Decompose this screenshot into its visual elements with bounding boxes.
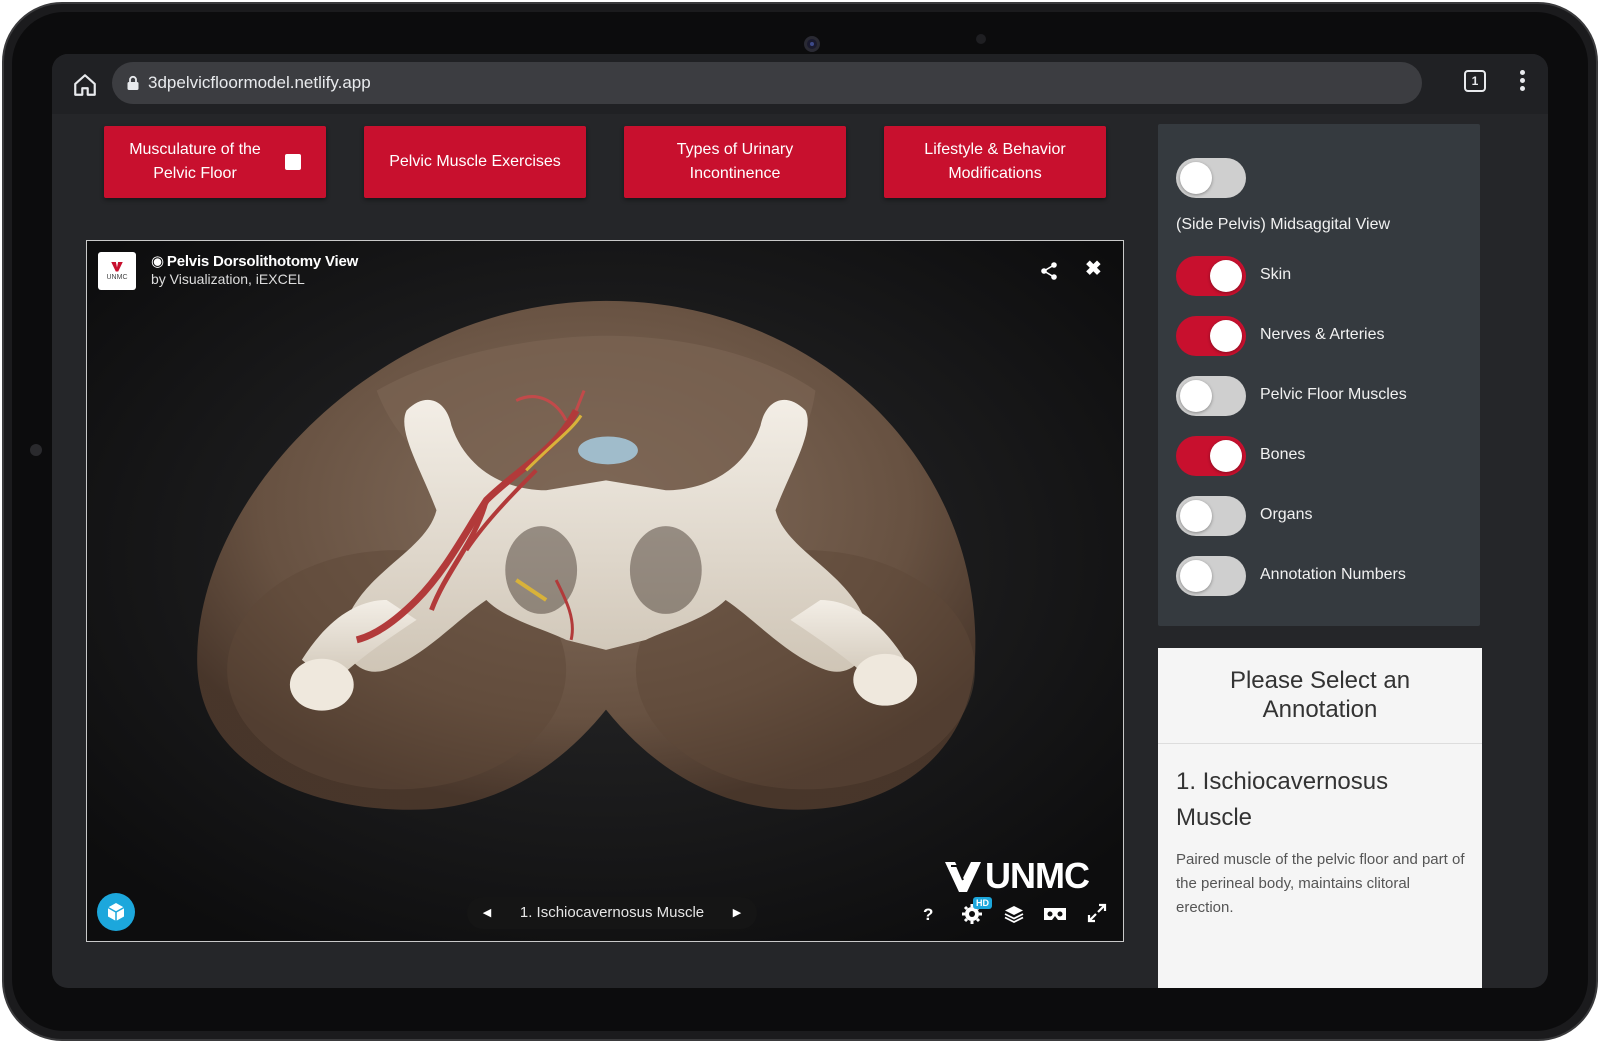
nav-incontinence-line2: Incontinence — [689, 165, 781, 182]
unmc-watermark[interactable]: UNMC — [943, 855, 1090, 897]
organs-toggle[interactable] — [1176, 496, 1246, 536]
light-sensor — [976, 34, 986, 44]
close-icon[interactable]: ✖ — [1085, 259, 1105, 279]
nav-incontinence-line1: Types of Urinary — [676, 141, 794, 158]
annotation-numbers-toggle[interactable] — [1176, 556, 1246, 596]
sketchfab-icon[interactable] — [97, 893, 135, 931]
home-icon — [74, 74, 96, 96]
unmc-n-icon — [945, 862, 981, 892]
model-byline[interactable]: by Visualization, iEXCEL — [151, 271, 305, 287]
annotation-heading-line2: Annotation — [1262, 696, 1378, 723]
bones-toggle-label: Bones — [1260, 446, 1306, 463]
fullscreen-icon[interactable] — [1087, 903, 1107, 923]
nav-musculature-line2: Pelvic Floor — [153, 165, 237, 182]
model-title-text: Pelvis Dorsolithotomy View — [166, 253, 359, 270]
organs-toggle-label: Organs — [1260, 506, 1313, 523]
hd-badge: HD — [973, 897, 992, 909]
annotation-panel-heading: Please Select an Annotation — [1158, 648, 1482, 744]
nav-lifestyle-line1: Lifestyle & Behavior — [924, 141, 1066, 158]
annotation-title: 1. Ischiocavernosus Muscle — [1176, 764, 1466, 836]
unmc-logo[interactable]: UNMC — [98, 252, 136, 290]
musculature-checkbox[interactable] — [284, 154, 301, 170]
help-icon[interactable]: ? — [923, 905, 933, 925]
annotation-title-line1: 1. Ischiocavernosus — [1176, 768, 1389, 795]
unmc-logo-text: UNMC — [106, 273, 128, 281]
share-icon[interactable] — [1039, 261, 1059, 281]
layers-icon[interactable] — [1003, 903, 1025, 925]
annotation-description: Paired muscle of the pelvic floor and pa… — [1176, 851, 1465, 916]
annotation-navigator: ◀ 1. Ischiocavernosus Muscle ▶ — [467, 897, 757, 929]
nav-musculature-button[interactable]: Musculature of the Pelvic Floor — [104, 126, 326, 198]
annotation-heading-line1: Please Select an — [1229, 667, 1411, 694]
unmc-watermark-text: UNMC — [985, 855, 1090, 896]
bones-toggle[interactable] — [1176, 436, 1246, 476]
browser-toolbar: 3dpelvicfloormodel.netlify.app 1 — [52, 54, 1548, 114]
annotation-title-line2: Muscle — [1176, 804, 1253, 831]
pelvis-3d-model[interactable] — [87, 241, 1123, 941]
nav-exercises-button[interactable]: Pelvic Muscle Exercises — [364, 126, 586, 198]
front-camera — [804, 36, 820, 52]
annotation-panel: Please Select an Annotation 1. Ischiocav… — [1158, 648, 1482, 988]
next-annotation-icon[interactable]: ▶ — [729, 905, 745, 921]
side-sensor — [30, 444, 42, 456]
browser-screen: 3dpelvicfloormodel.netlify.app 1 Muscula… — [52, 54, 1548, 988]
browser-menu-icon[interactable] — [1512, 70, 1532, 94]
address-bar[interactable]: 3dpelvicfloormodel.netlify.app — [112, 62, 1422, 104]
nav-exercises-label: Pelvic Muscle Exercises — [389, 153, 561, 170]
annotation-numbers-toggle-label: Annotation Numbers — [1260, 566, 1406, 583]
skin-toggle[interactable] — [1176, 256, 1246, 296]
nav-lifestyle-button[interactable]: Lifestyle & Behavior Modifications — [884, 126, 1106, 198]
url-text: 3dpelvicfloormodel.netlify.app — [148, 73, 371, 92]
home-button[interactable] — [68, 68, 102, 102]
nav-musculature-line1: Musculature of the — [129, 141, 261, 158]
nerves-arteries-toggle[interactable] — [1176, 316, 1246, 356]
layer-toggles-panel: (Side Pelvis) Midsaggital View Skin Nerv… — [1158, 124, 1480, 626]
pelvic-floor-muscles-toggle-label: Pelvic Floor Muscles — [1260, 386, 1407, 403]
midsaggital-view-toggle[interactable] — [1176, 158, 1246, 198]
model-viewer[interactable]: UNMC ◉ Pelvis Dorsolithotomy View by Visu… — [86, 240, 1124, 942]
eye-icon: ◉ — [151, 253, 164, 270]
current-annotation-label[interactable]: 1. Ischiocavernosus Muscle — [467, 904, 757, 921]
tab-switcher-button[interactable]: 1 — [1464, 70, 1486, 92]
midsaggital-view-label: (Side Pelvis) Midsaggital View — [1176, 216, 1391, 233]
nav-lifestyle-line2: Modifications — [948, 165, 1042, 182]
nerves-arteries-toggle-label: Nerves & Arteries — [1260, 326, 1385, 343]
model-title[interactable]: ◉ Pelvis Dorsolithotomy View — [151, 252, 358, 270]
pelvic-floor-muscles-toggle[interactable] — [1176, 376, 1246, 416]
lock-icon — [127, 75, 139, 90]
skin-toggle-label: Skin — [1260, 266, 1292, 283]
vr-headset-icon[interactable] — [1043, 905, 1067, 923]
nav-incontinence-button[interactable]: Types of Urinary Incontinence — [624, 126, 846, 198]
